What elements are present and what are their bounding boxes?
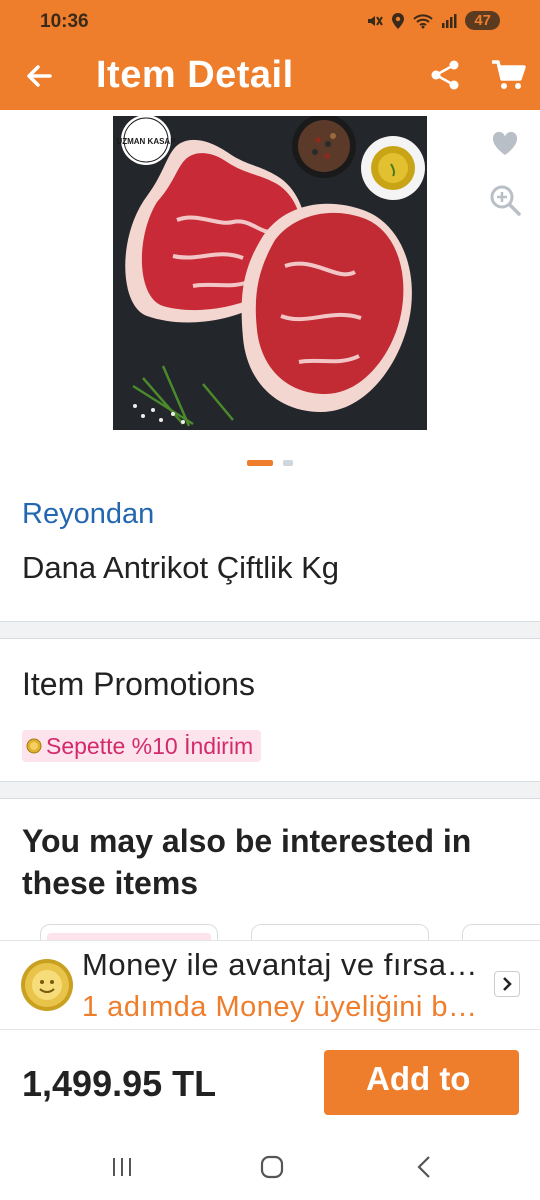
signal-icon [442, 13, 457, 28]
cart-icon[interactable] [490, 58, 526, 92]
brand-link[interactable]: Reyondan [22, 498, 154, 531]
promotion-tag[interactable]: Sepette %10 İndirim [22, 730, 262, 762]
location-icon [392, 12, 405, 29]
app-header: 10:36 47 Item Detail [0, 0, 540, 110]
money-banner-arrow-button[interactable] [494, 971, 520, 997]
add-to-cart-label: Add to [366, 1060, 471, 1097]
recommendations-heading: You may also be interested in these item… [22, 823, 472, 901]
add-to-cart-button[interactable]: Add to [324, 1050, 519, 1115]
logo-text: UZMAN KASAP [116, 137, 176, 146]
section-divider [0, 621, 540, 639]
money-coin-icon [21, 959, 73, 1011]
page-title: Item Detail [96, 54, 294, 96]
chevron-right-icon [503, 977, 512, 991]
favorite-heart-icon[interactable] [491, 130, 519, 158]
section-divider [0, 781, 540, 799]
price: 1,499.95 TL [22, 1063, 217, 1104]
system-navigation-bar [0, 1135, 540, 1200]
money-membership-banner[interactable]: Money ile avantaj ve fırsatlar 1 adımda … [0, 940, 540, 1030]
promotions-heading: Item Promotions [22, 666, 255, 702]
product-image-carousel[interactable]: UZMAN KASAP [113, 116, 427, 430]
back-icon[interactable] [414, 1155, 434, 1179]
zoom-in-icon[interactable] [489, 184, 521, 216]
purchase-bar: 1,499.95 TL Add to [0, 1031, 540, 1135]
status-icons: 47 [365, 11, 500, 30]
product-image: UZMAN KASAP [113, 116, 427, 430]
coin-icon [26, 738, 42, 754]
carousel-dot [283, 460, 293, 466]
status-bar: 10:36 47 [0, 0, 540, 44]
money-banner-subtitle: 1 adımda Money üyeliğini başlat [82, 991, 482, 1023]
mute-icon [368, 15, 384, 26]
promotion-tag-label: Sepette %10 İndirim [46, 732, 254, 759]
toolbar: Item Detail [0, 46, 540, 106]
battery-indicator: 47 [465, 11, 500, 30]
carousel-indicator [0, 460, 540, 466]
product-name: Dana Antrikot Çiftlik Kg [22, 550, 340, 585]
home-icon[interactable] [260, 1155, 284, 1179]
status-time: 10:36 [40, 11, 89, 32]
share-icon[interactable] [428, 58, 462, 92]
wifi-icon [413, 13, 434, 28]
money-banner-title: Money ile avantaj ve fırsatlar [82, 947, 482, 982]
back-arrow-icon[interactable] [20, 56, 60, 96]
carousel-dot-active [247, 460, 273, 466]
recents-icon[interactable] [111, 1157, 133, 1177]
